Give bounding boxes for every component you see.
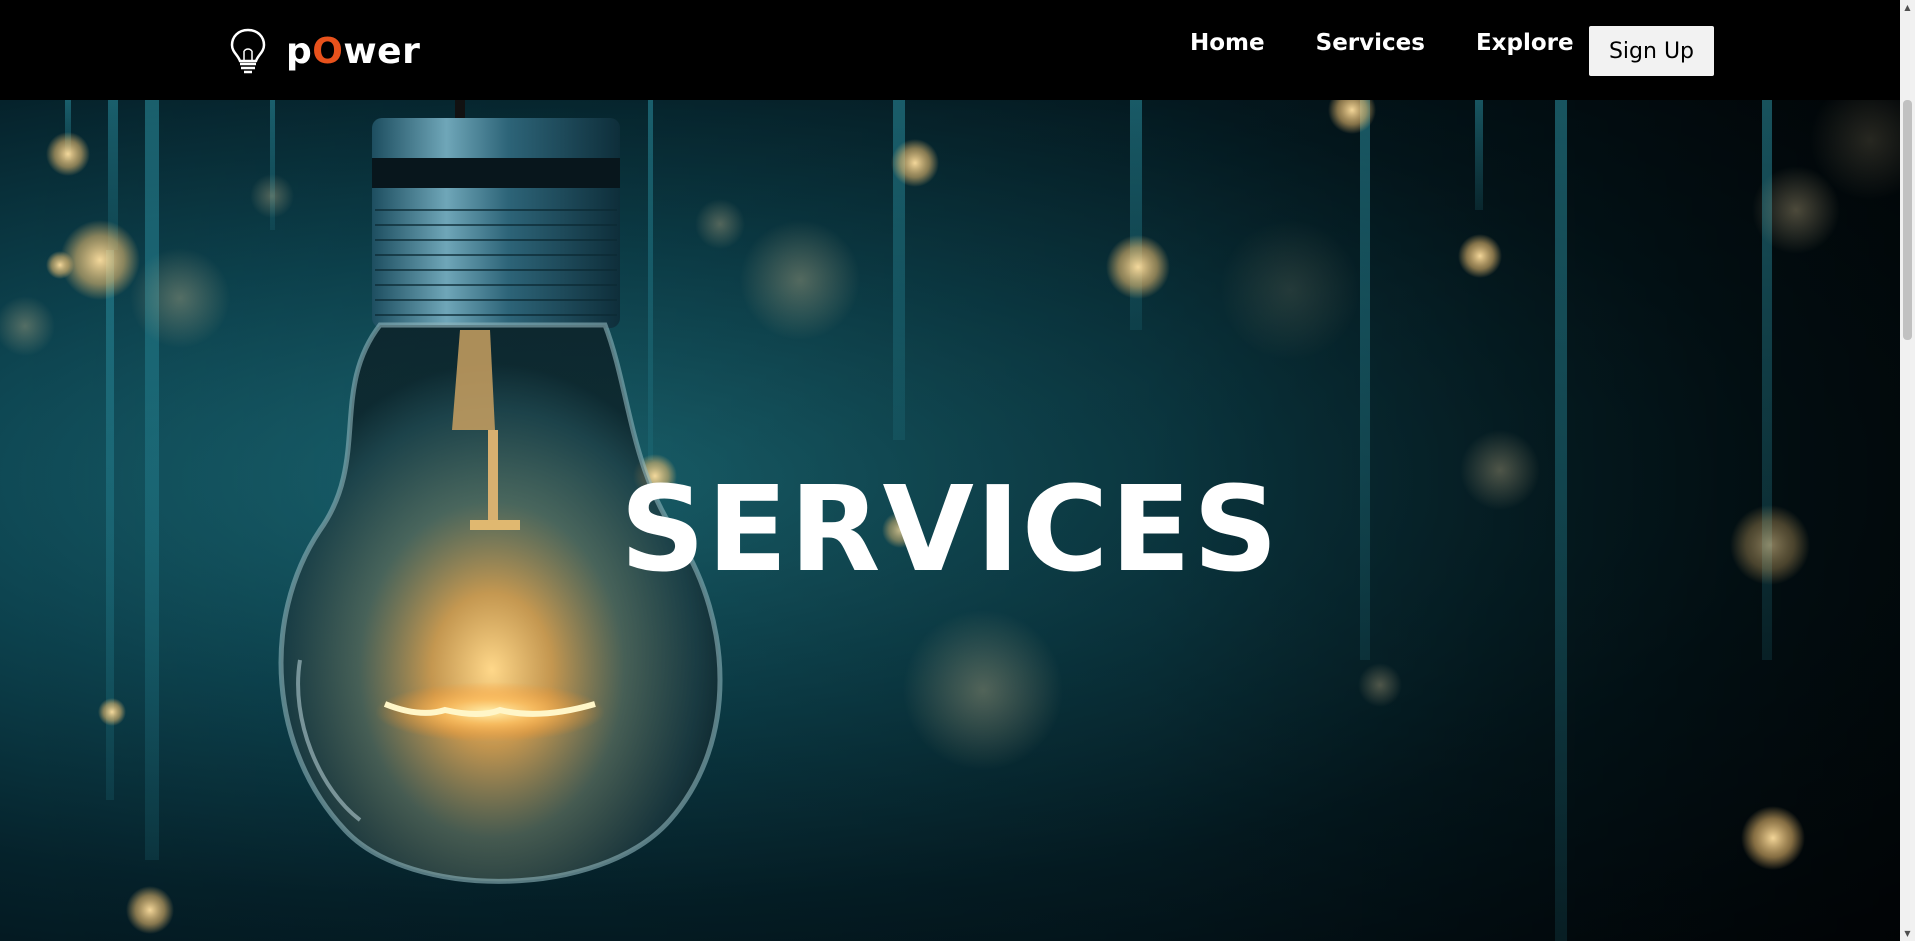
main-nav: Home Services Explore [1190, 30, 1574, 56]
signup-button[interactable]: Sign Up [1589, 26, 1714, 76]
nav-link-home[interactable]: Home [1190, 30, 1265, 56]
hero-title: SERVICES [620, 460, 1280, 598]
hero-banner: SERVICES [0, 100, 1915, 941]
scrollbar-thumb[interactable] [1903, 100, 1912, 340]
arrow-down-icon[interactable]: ▼ [1900, 926, 1915, 941]
nav-link-explore[interactable]: Explore [1476, 30, 1574, 56]
nav-link-services[interactable]: Services [1316, 30, 1425, 56]
page-scrollbar[interactable]: ▲ ▼ [1900, 0, 1915, 941]
lightbulb-icon [230, 28, 266, 74]
page: SERVICES pOwer Home Services Explore Sig… [0, 0, 1915, 941]
brand-name: pOwer [286, 30, 421, 72]
arrow-up-icon[interactable]: ▲ [1900, 0, 1915, 15]
brand-logo[interactable]: pOwer [228, 26, 420, 76]
top-navbar: pOwer Home Services Explore Sign Up [0, 0, 1915, 100]
